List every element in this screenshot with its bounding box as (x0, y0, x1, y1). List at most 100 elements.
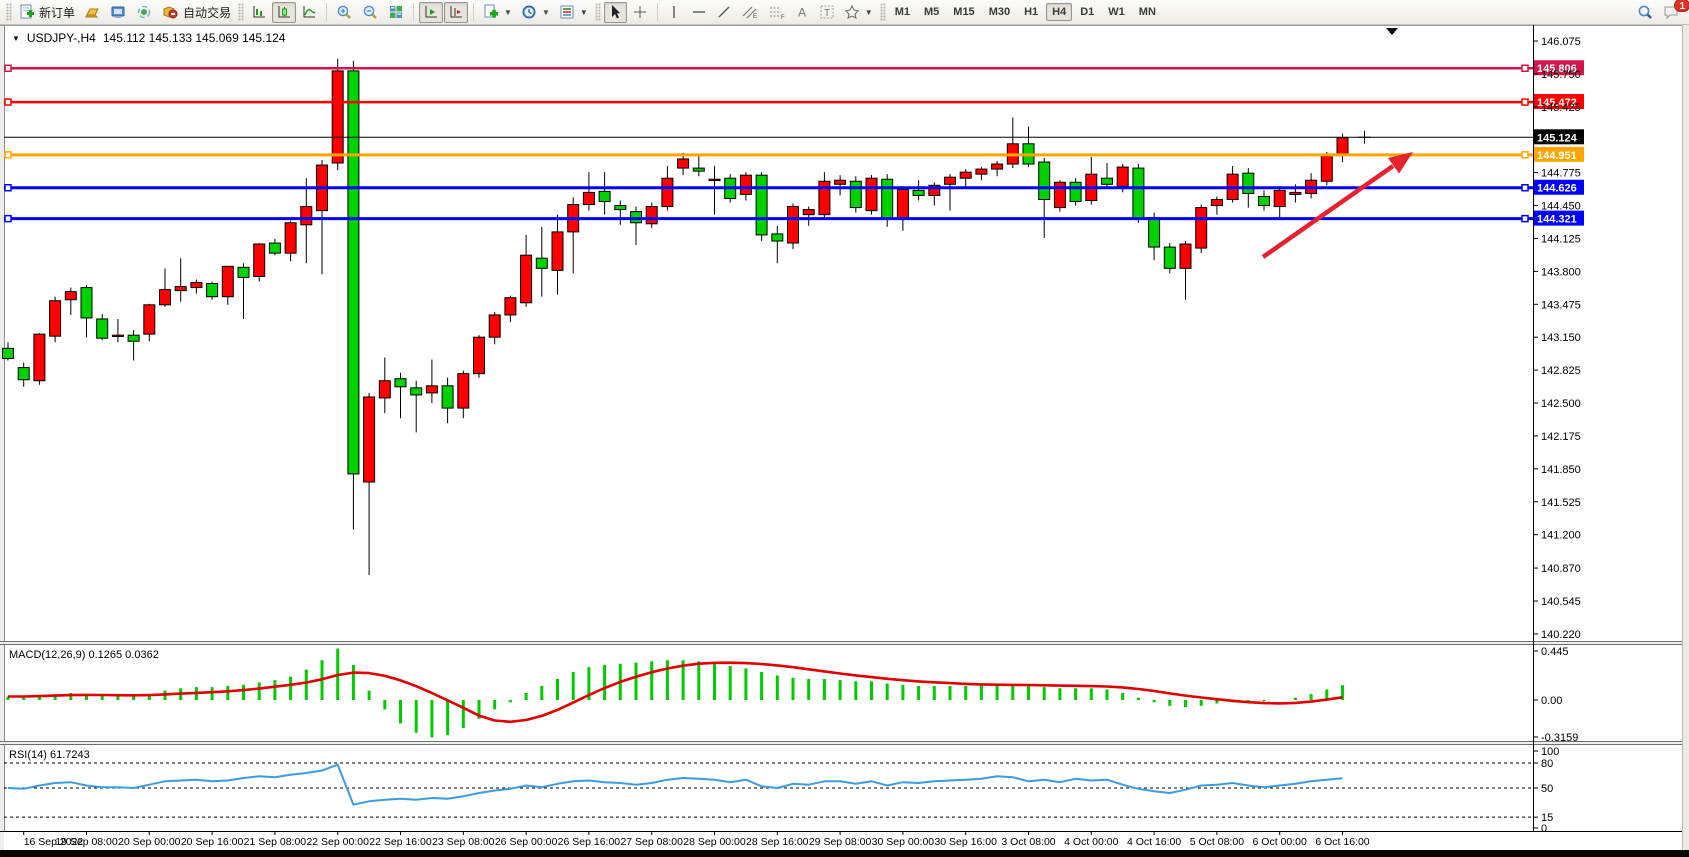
candle[interactable] (772, 234, 783, 241)
chart-canvas[interactable]: 145.806145.472145.124144.951144.626144.3… (0, 25, 1689, 850)
bar-chart-mode-button[interactable] (247, 2, 271, 23)
candle[interactable] (207, 284, 218, 297)
candle[interactable] (301, 207, 312, 225)
candle[interactable] (552, 232, 563, 270)
auto-scroll-button[interactable] (419, 2, 443, 23)
candle[interactable] (1321, 156, 1332, 181)
candle[interactable] (238, 267, 249, 277)
candle[interactable] (1290, 192, 1301, 194)
candle[interactable] (442, 386, 453, 408)
templates-button[interactable]: ▼ (555, 2, 592, 23)
candle[interactable] (740, 175, 751, 194)
candle[interactable] (521, 255, 532, 303)
candle[interactable] (505, 298, 516, 315)
candle[interactable] (1117, 167, 1128, 186)
candle[interactable] (646, 207, 657, 224)
candle[interactable] (18, 368, 29, 380)
candle[interactable] (803, 210, 814, 215)
timeframe-m5-button[interactable]: M5 (918, 3, 945, 21)
candle[interactable] (693, 168, 704, 171)
candle[interactable] (662, 178, 673, 206)
horizontal-line-button[interactable] (687, 2, 711, 23)
candle[interactable] (850, 181, 861, 207)
cursor-button[interactable] (604, 2, 627, 23)
candle[interactable] (489, 315, 500, 337)
candle[interactable] (222, 266, 233, 296)
equidistant-channel-button[interactable]: E (737, 2, 763, 23)
candle[interactable] (474, 337, 485, 373)
line-anchor[interactable] (1522, 152, 1528, 158)
candle[interactable] (97, 319, 108, 338)
candle[interactable] (191, 283, 202, 288)
candle[interactable] (269, 243, 280, 253)
vertical-line-button[interactable] (663, 2, 686, 23)
candle[interactable] (128, 335, 139, 341)
fibonacci-button[interactable]: F (764, 2, 790, 23)
line-anchor[interactable] (1522, 185, 1528, 191)
line-anchor[interactable] (5, 152, 11, 158)
candle[interactable] (34, 334, 45, 381)
candle[interactable] (756, 175, 767, 235)
timeframe-m1-button[interactable]: M1 (889, 3, 916, 21)
candle[interactable] (960, 172, 971, 178)
candle[interactable] (1054, 182, 1065, 207)
candle[interactable] (583, 192, 594, 204)
candle[interactable] (536, 258, 547, 268)
candle[interactable] (1039, 162, 1050, 199)
timeframe-d1-button[interactable]: D1 (1074, 3, 1100, 21)
candle[interactable] (913, 190, 924, 195)
candle[interactable] (945, 177, 956, 184)
terminal-button[interactable] (106, 2, 131, 23)
candle[interactable] (395, 379, 406, 387)
timeframe-h1-button[interactable]: H1 (1018, 3, 1044, 21)
line-anchor[interactable] (5, 65, 11, 71)
candle[interactable] (835, 180, 846, 184)
candle[interactable] (1164, 247, 1175, 268)
timeframe-m30-button[interactable]: M30 (983, 3, 1016, 21)
chart-shift-button[interactable] (444, 2, 468, 23)
auto-trading-button[interactable]: 自动交易 (158, 2, 235, 23)
candle[interactable] (426, 386, 437, 393)
candle[interactable] (285, 223, 296, 253)
signals-button[interactable] (132, 2, 157, 23)
candle[interactable] (379, 381, 390, 398)
candle[interactable] (1259, 196, 1270, 205)
line-chart-mode-button[interactable] (297, 2, 321, 23)
candle[interactable] (50, 301, 61, 336)
candle[interactable] (160, 290, 171, 305)
candle[interactable] (3, 348, 14, 358)
text-button[interactable]: A (791, 2, 814, 23)
candle[interactable] (1211, 199, 1222, 205)
timeframe-w1-button[interactable]: W1 (1102, 3, 1131, 21)
candle[interactable] (1102, 178, 1113, 184)
chat-button[interactable]: 1 (1659, 2, 1685, 23)
candle[interactable] (1133, 168, 1144, 219)
zoom-out-button[interactable] (358, 2, 383, 23)
candle[interactable] (1196, 208, 1207, 249)
candle[interactable] (332, 71, 343, 163)
candle[interactable] (364, 397, 375, 482)
candlestick-mode-button[interactable] (272, 2, 296, 23)
candle[interactable] (112, 335, 123, 336)
candle[interactable] (992, 164, 1003, 169)
candle[interactable] (866, 178, 877, 210)
line-anchor[interactable] (1522, 65, 1528, 71)
candle[interactable] (599, 191, 610, 201)
candle[interactable] (175, 287, 186, 291)
candle[interactable] (411, 388, 422, 395)
new-order-button[interactable]: 新订单 (15, 2, 79, 23)
candle[interactable] (678, 159, 689, 168)
trendline-button[interactable] (712, 2, 736, 23)
toolbar-grip[interactable] (238, 3, 244, 21)
tile-windows-button[interactable] (384, 2, 408, 23)
candle[interactable] (81, 288, 92, 318)
candle[interactable] (1243, 173, 1254, 193)
timeframe-mn-button[interactable]: MN (1133, 3, 1162, 21)
periods-button[interactable]: ▼ (517, 2, 554, 23)
line-anchor[interactable] (1522, 216, 1528, 222)
search-button[interactable] (1633, 2, 1658, 23)
candle[interactable] (254, 244, 265, 276)
line-anchor[interactable] (5, 216, 11, 222)
candle[interactable] (65, 292, 76, 300)
zoom-in-button[interactable] (332, 2, 357, 23)
